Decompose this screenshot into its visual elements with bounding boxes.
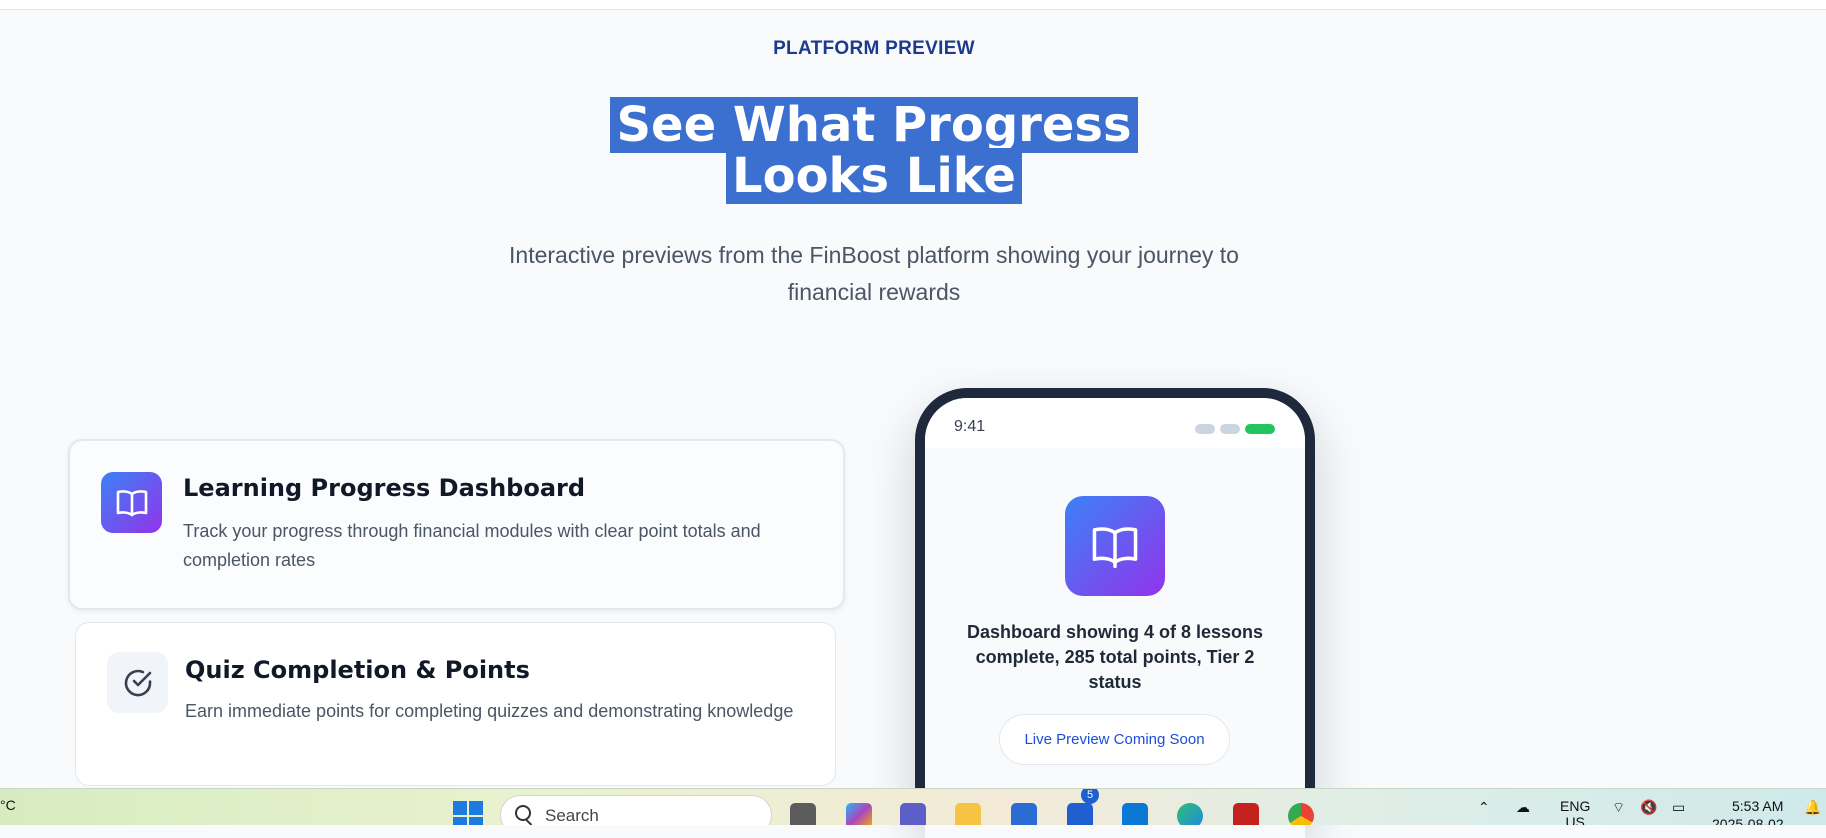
volume-muted-icon[interactable]: 🔇 bbox=[1640, 799, 1657, 816]
phone-time: 9:41 bbox=[954, 418, 986, 435]
battery-indicator bbox=[1245, 424, 1275, 434]
edge-icon[interactable] bbox=[1177, 803, 1203, 825]
teams-icon[interactable] bbox=[900, 803, 926, 825]
live-preview-button[interactable]: Live Preview Coming Soon bbox=[999, 714, 1230, 765]
notification-badge: 5 bbox=[1081, 789, 1099, 804]
store-icon[interactable] bbox=[1011, 803, 1037, 825]
check-circle-icon bbox=[107, 652, 168, 713]
section-headline: See What Progress Looks Like bbox=[0, 97, 1748, 204]
feature-title: Quiz Completion & Points bbox=[185, 656, 530, 684]
battery-icon[interactable]: ▭ bbox=[1672, 799, 1685, 816]
taskbar-time[interactable]: 5:53 AM bbox=[1732, 798, 1783, 814]
weather-widget[interactable]: °C bbox=[0, 797, 16, 813]
feature-title: Learning Progress Dashboard bbox=[183, 474, 586, 502]
chevron-up-icon[interactable]: ⌃ bbox=[1478, 799, 1490, 816]
notification-bell-icon[interactable]: 🔔 bbox=[1804, 799, 1821, 816]
wifi-icon[interactable]: ⌔ bbox=[1612, 799, 1625, 817]
status-indicator bbox=[1220, 424, 1240, 434]
feature-card-learning-progress[interactable]: Learning Progress Dashboard Track your p… bbox=[68, 439, 845, 610]
windows-start-icon[interactable] bbox=[453, 801, 483, 825]
headline-line-2: Looks Like bbox=[726, 148, 1022, 204]
phone-status-bar: 9:41 bbox=[925, 398, 1305, 448]
feature-description: Earn immediate points for completing qui… bbox=[185, 701, 794, 721]
book-icon bbox=[101, 472, 162, 533]
windows-taskbar: °C Search 5 ⌃ ☁ ENG US ⌔ 🔇 ▭ 5:53 AM 202… bbox=[0, 788, 1826, 825]
outlook-icon[interactable] bbox=[1122, 803, 1148, 825]
search-icon bbox=[515, 805, 531, 821]
book-icon bbox=[1065, 496, 1165, 596]
headline-line-1: See What Progress bbox=[610, 97, 1138, 153]
gmail-icon[interactable] bbox=[1233, 803, 1259, 825]
language-code: ENG bbox=[1560, 798, 1591, 814]
language-indicator[interactable]: ENG US bbox=[1560, 798, 1590, 825]
top-nav-edge bbox=[0, 0, 1826, 10]
status-indicator bbox=[1195, 424, 1215, 434]
task-view-icon[interactable] bbox=[790, 803, 816, 825]
onedrive-icon[interactable]: ☁ bbox=[1516, 799, 1530, 816]
taskbar-search[interactable]: Search bbox=[500, 795, 772, 825]
region-code: US bbox=[1565, 814, 1585, 825]
app-l-icon[interactable] bbox=[1067, 803, 1093, 825]
feature-description: Track your progress through financial mo… bbox=[183, 521, 761, 570]
phone-mockup: 9:41 Dashboard showing 4 of 8 lessons co… bbox=[915, 388, 1315, 838]
copilot-icon[interactable] bbox=[846, 803, 872, 825]
feature-card-quiz-completion[interactable]: Quiz Completion & Points Earn immediate … bbox=[75, 622, 836, 786]
phone-caption: Dashboard showing 4 of 8 lessons complet… bbox=[966, 622, 1264, 692]
phone-screen: 9:41 Dashboard showing 4 of 8 lessons co… bbox=[925, 398, 1305, 838]
file-explorer-icon[interactable] bbox=[955, 803, 981, 825]
section-subtitle: Interactive previews from the FinBoost p… bbox=[509, 242, 1239, 305]
search-label: Search bbox=[545, 806, 599, 825]
chrome-icon[interactable] bbox=[1288, 803, 1314, 825]
section-eyebrow: PLATFORM PREVIEW bbox=[773, 38, 975, 59]
